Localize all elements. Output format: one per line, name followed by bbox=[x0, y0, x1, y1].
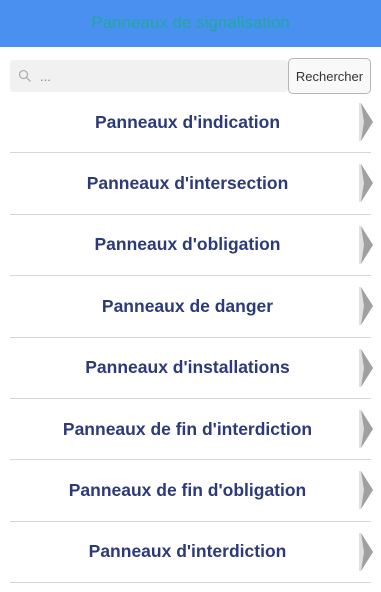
list-item-label: Panneaux d'intersection bbox=[86, 173, 289, 194]
app-header: Panneaux de signalisation bbox=[0, 0, 381, 47]
chevron-right-icon bbox=[359, 103, 373, 141]
list-item-intersection[interactable]: Panneaux d'intersection bbox=[10, 153, 373, 215]
list-item-installations[interactable]: Panneaux d'installations bbox=[10, 338, 373, 399]
list-item-label: Panneaux d'indication bbox=[94, 111, 281, 132]
search-bar: Rechercher bbox=[10, 58, 371, 94]
list-item-indication[interactable]: Panneaux d'indication bbox=[10, 92, 373, 154]
chevron-right-icon bbox=[359, 287, 373, 326]
page-title: Panneaux de signalisation bbox=[91, 12, 290, 32]
search-input[interactable] bbox=[40, 68, 280, 84]
list-item-label: Panneaux de danger bbox=[101, 295, 274, 316]
chevron-right-icon bbox=[359, 348, 373, 387]
list-item-label: Panneaux de fin d'interdiction bbox=[62, 418, 313, 439]
list-item-fin-obligation[interactable]: Panneaux de fin d'obligation bbox=[10, 460, 373, 522]
list-item-label: Panneaux de fin d'obligation bbox=[68, 480, 307, 501]
chevron-right-icon bbox=[359, 409, 373, 448]
list-item-label: Panneaux d'interdiction bbox=[88, 541, 287, 562]
chevron-right-icon bbox=[359, 225, 373, 264]
list-item-danger[interactable]: Panneaux de danger bbox=[10, 276, 373, 338]
chevron-right-icon bbox=[359, 532, 373, 571]
search-field[interactable] bbox=[10, 60, 288, 92]
list-item-label: Panneaux d'installations bbox=[85, 357, 290, 378]
chevron-right-icon bbox=[359, 471, 373, 510]
list-item-obligation[interactable]: Panneaux d'obligation bbox=[10, 215, 373, 277]
category-list: Panneaux d'indication Panneaux d'interse… bbox=[0, 92, 381, 584]
list-item-fin-interdiction[interactable]: Panneaux de fin d'interdiction bbox=[10, 399, 373, 461]
list-item-interdiction[interactable]: Panneaux d'interdiction bbox=[10, 522, 373, 584]
search-icon bbox=[18, 69, 31, 82]
list-item-label: Panneaux d'obligation bbox=[94, 234, 281, 255]
search-button[interactable]: Rechercher bbox=[288, 58, 371, 94]
chevron-right-icon bbox=[359, 164, 373, 203]
